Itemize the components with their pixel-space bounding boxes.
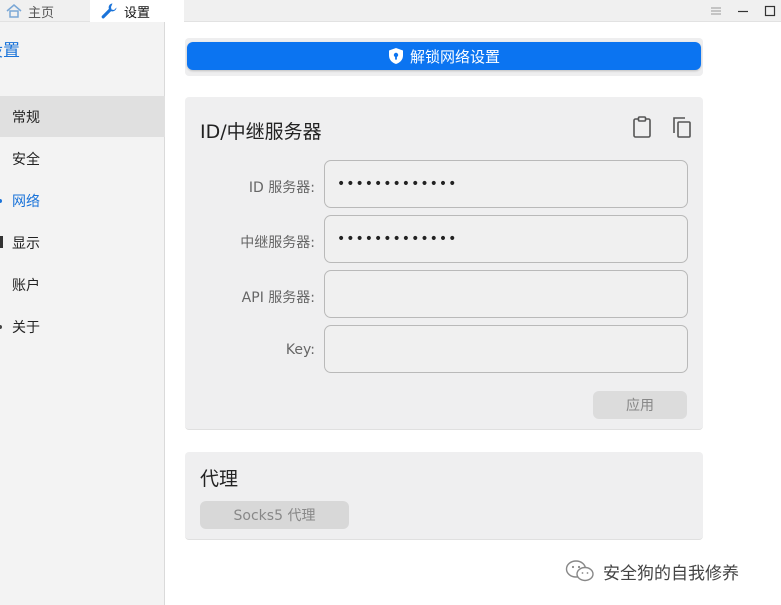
clipboard-icon[interactable]	[631, 115, 653, 139]
watermark-text: 安全狗的自我修养	[603, 563, 739, 584]
tab-home[interactable]: 主页	[6, 0, 54, 22]
sidebar-item-display[interactable]: 显示	[0, 222, 165, 263]
sidebar: 设置 常规 安全 网络 显示 账户 关于	[0, 22, 165, 605]
id-server-label: ID 服务器:	[248, 180, 315, 196]
sidebar-item-security[interactable]: 安全	[0, 138, 165, 179]
minimize-icon	[738, 10, 748, 13]
wrench-icon	[101, 3, 117, 19]
apply-button[interactable]: 应用	[593, 391, 687, 419]
tab-home-label: 主页	[28, 5, 55, 21]
shield-icon	[388, 48, 403, 64]
card-title: 代理	[200, 468, 239, 490]
unlock-section: 解锁网络设置	[185, 38, 703, 76]
sidebar-item-label: 显示	[12, 235, 40, 252]
id-server-input[interactable]	[324, 160, 688, 208]
display-icon	[0, 236, 3, 248]
key-input[interactable]	[324, 325, 688, 373]
socks5-proxy-button[interactable]: Socks5 代理	[200, 501, 349, 529]
sidebar-item-label: 关于	[12, 319, 40, 336]
menu-button[interactable]	[708, 3, 724, 19]
about-icon	[0, 325, 2, 329]
sidebar-item-label: 安全	[12, 151, 40, 168]
card-title: ID/中继服务器	[200, 121, 322, 143]
sidebar-item-about[interactable]: 关于	[0, 306, 165, 347]
maximize-icon	[764, 5, 776, 17]
home-icon	[6, 4, 22, 18]
key-label: Key:	[285, 342, 315, 358]
sidebar-item-general[interactable]: 常规	[0, 96, 165, 137]
api-server-label: API 服务器:	[241, 290, 315, 306]
sidebar-item-label: 账户	[12, 277, 40, 294]
menu-icon	[711, 7, 721, 15]
sidebar-item-label: 网络	[12, 193, 40, 210]
tab-settings[interactable]: 设置	[90, 0, 184, 22]
sidebar-title: 设置	[0, 41, 20, 61]
minimize-button[interactable]	[735, 3, 751, 19]
title-bar: 主页 设置	[0, 0, 781, 22]
unlock-button-label: 解锁网络设置	[409, 47, 500, 66]
relay-server-label: 中继服务器:	[240, 235, 315, 251]
api-server-input[interactable]	[324, 270, 688, 318]
copy-icon[interactable]	[670, 115, 692, 139]
unlock-network-settings-button[interactable]: 解锁网络设置	[187, 42, 701, 70]
sidebar-item-label: 常规	[12, 109, 40, 126]
maximize-button[interactable]	[762, 3, 778, 19]
watermark: 安全狗的自我修养	[565, 558, 739, 584]
selected-indicator	[0, 199, 2, 203]
relay-server-input[interactable]	[324, 215, 688, 263]
id-relay-server-card: ID/中继服务器 ID 服务器: 中继服务器: API 服务器: Key: 应用	[185, 97, 703, 430]
proxy-card: 代理 Socks5 代理	[185, 452, 703, 540]
sidebar-item-account[interactable]: 账户	[0, 264, 165, 305]
tab-settings-label: 设置	[124, 5, 151, 21]
sidebar-item-network[interactable]: 网络	[0, 180, 165, 221]
wechat-icon	[565, 560, 594, 582]
